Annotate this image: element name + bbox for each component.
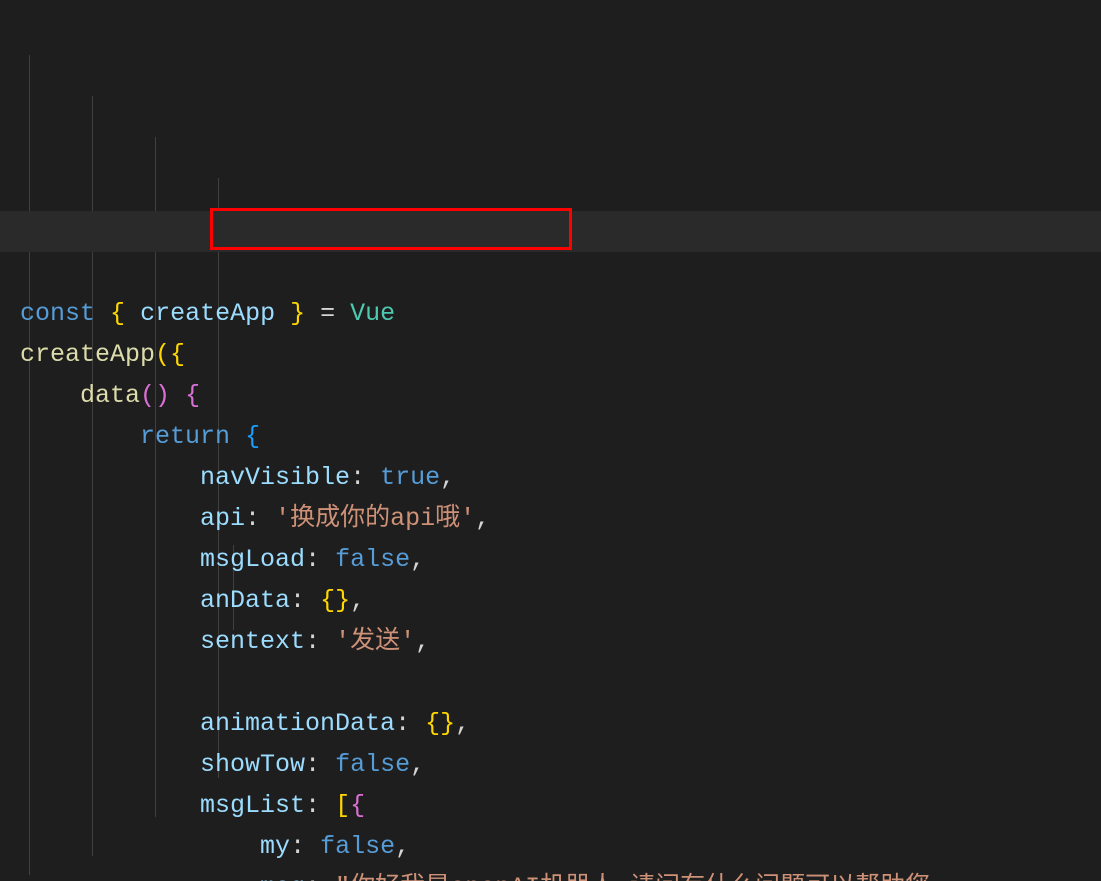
prop-msgLoad: msgLoad <box>200 545 305 574</box>
prop-msgList: msgList <box>200 791 305 820</box>
literal-false: false <box>320 832 395 861</box>
keyword-const: const <box>20 299 95 328</box>
prop-animationData: animationData <box>200 709 395 738</box>
prop-anData: anData <box>200 586 290 615</box>
code-editor[interactable]: const { createApp } = Vue createApp({ da… <box>0 0 1101 881</box>
prop-showTow: showTow <box>200 750 305 779</box>
call-createApp: createApp <box>20 340 155 369</box>
prop-api: api <box>200 504 245 533</box>
string-api: '换成你的api哦' <box>275 504 475 533</box>
ident-createApp: createApp <box>140 299 275 328</box>
prop-sentext: sentext <box>200 627 305 656</box>
literal-false: false <box>335 750 410 779</box>
ident-Vue: Vue <box>350 299 395 328</box>
literal-true: true <box>380 463 440 492</box>
prop-navVisible: navVisible <box>200 463 350 492</box>
string-sentext: '发送' <box>335 627 415 656</box>
prop-my: my <box>260 832 290 861</box>
string-msg-greeting: "你好我是openAI机器人,请问有什么问题可以帮助您 <box>335 873 930 881</box>
literal-false: false <box>335 545 410 574</box>
prop-msg-inner: msg <box>260 873 305 881</box>
keyword-return: return <box>140 422 230 451</box>
method-data: data <box>80 381 140 410</box>
